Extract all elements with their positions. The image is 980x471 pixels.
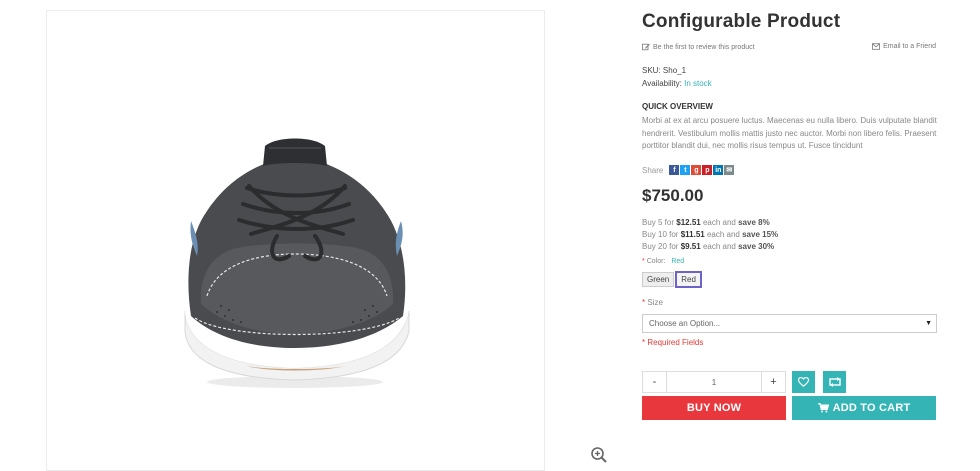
- quantity-input[interactable]: [667, 372, 761, 392]
- color-swatches: Green Red: [642, 271, 702, 288]
- quantity-stepper: - +: [642, 371, 786, 393]
- linkedin-icon[interactable]: in: [713, 165, 724, 175]
- tier-prefix: Buy 5 for: [642, 218, 677, 227]
- tier-mid: each and: [704, 230, 743, 239]
- review-row: Be the first to review this product Emai…: [642, 43, 936, 55]
- availability-line: Availability: In stock: [642, 79, 712, 88]
- size-label-text: Size: [647, 298, 663, 307]
- tier-save: save 30%: [738, 242, 775, 251]
- heart-icon: [798, 377, 809, 387]
- tier-price: $11.51: [680, 230, 705, 239]
- email-friend-label: Email to a Friend: [883, 43, 936, 50]
- swatch-green[interactable]: Green: [642, 272, 675, 287]
- required-mark: *: [642, 258, 645, 265]
- tier-mid: each and: [700, 242, 739, 251]
- envelope-icon: [872, 43, 881, 50]
- compare-icon: [828, 377, 841, 387]
- review-link[interactable]: Be the first to review this product: [642, 43, 755, 51]
- tier-price: $9.51: [680, 242, 701, 251]
- color-option-label: * Color: Red: [642, 258, 684, 265]
- sku-value: Sho_1: [662, 66, 687, 75]
- swatch-red[interactable]: Red: [675, 271, 702, 288]
- increase-quantity-button[interactable]: +: [761, 372, 785, 392]
- buy-now-button[interactable]: BUY NOW: [642, 396, 786, 420]
- tier-price: $12.51: [676, 218, 701, 227]
- quick-overview-title: QUICK OVERVIEW: [642, 102, 713, 111]
- availability-status: In stock: [684, 79, 712, 88]
- twitter-icon[interactable]: t: [680, 165, 691, 175]
- cart-icon: [817, 403, 829, 413]
- color-label-text: Color:: [646, 258, 666, 265]
- sku-label: SKU:: [642, 66, 661, 75]
- compare-button[interactable]: [823, 371, 846, 393]
- product-price: $750.00: [642, 186, 704, 205]
- product-image[interactable]: [177, 126, 417, 391]
- quick-overview-text: Morbi at ex at arcu posuere luctus. Maec…: [642, 116, 937, 150]
- product-image-panel: [46, 10, 545, 471]
- selected-color-value: Red: [671, 258, 685, 265]
- edit-icon: [642, 43, 650, 51]
- facebook-icon[interactable]: f: [669, 165, 680, 175]
- tier-price-row: Buy 20 for $9.51 each and save 30%: [642, 242, 774, 251]
- review-link-label: Be the first to review this product: [653, 43, 755, 51]
- email-share-icon[interactable]: ✉: [724, 165, 735, 175]
- size-select[interactable]: Choose an Option... ▼: [642, 314, 937, 333]
- tier-mid: each and: [700, 218, 739, 227]
- tier-save: save 15%: [742, 230, 779, 239]
- size-option-label: * Size: [642, 298, 663, 307]
- zoom-icon[interactable]: [590, 446, 608, 464]
- tier-prefix: Buy 10 for: [642, 230, 681, 239]
- decrease-quantity-button[interactable]: -: [643, 372, 667, 392]
- size-select-value: Choose an Option...: [649, 319, 721, 328]
- tier-save: save 8%: [738, 218, 770, 227]
- tier-price-row: Buy 5 for $12.51 each and save 8%: [642, 218, 770, 227]
- email-friend-link[interactable]: Email to a Friend: [872, 43, 936, 50]
- add-to-cart-label: ADD TO CART: [832, 402, 911, 414]
- share-label: Share: [642, 165, 664, 175]
- required-mark: *: [642, 298, 646, 307]
- caret-down-icon: ▼: [925, 320, 932, 327]
- wishlist-button[interactable]: [792, 371, 815, 393]
- add-to-cart-button[interactable]: ADD TO CART: [792, 396, 936, 420]
- shoe-illustration: [184, 138, 410, 388]
- pinterest-icon[interactable]: p: [702, 165, 713, 175]
- sku-line: SKU: Sho_1: [642, 66, 686, 75]
- availability-label: Availability:: [642, 79, 682, 88]
- tier-price-row: Buy 10 for $11.51 each and save 15%: [642, 230, 778, 239]
- google-plus-icon[interactable]: g: [691, 165, 702, 175]
- product-title: Configurable Product: [642, 11, 841, 32]
- tier-prefix: Buy 20 for: [642, 242, 681, 251]
- share-row: Share f t g p in ✉: [642, 164, 735, 176]
- required-fields-note: * Required Fields: [642, 338, 704, 347]
